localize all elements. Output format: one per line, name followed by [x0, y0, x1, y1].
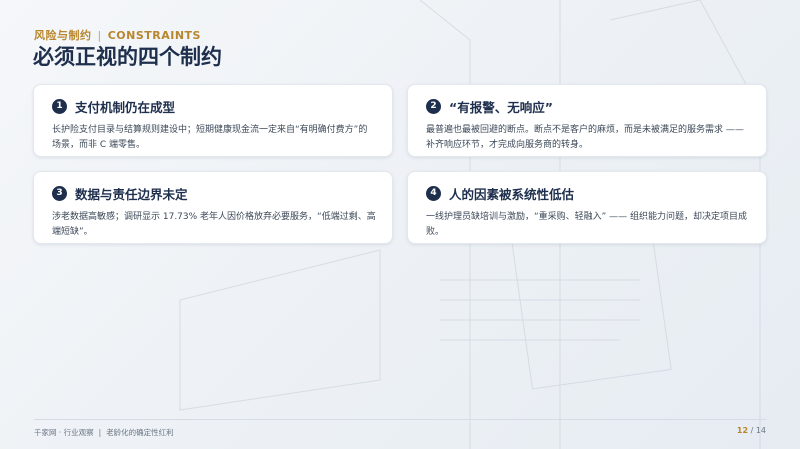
card-title: 支付机制仍在成型 — [75, 99, 176, 115]
card-body: 最普遍也最被回避的断点。断点不是客户的麻烦，而是未被满足的服务需求 —— 补齐响… — [426, 125, 744, 150]
page-separator: / — [750, 426, 754, 435]
card-number-badge: 1 — [52, 98, 67, 114]
page-title: 必须正视的四个制约 — [33, 45, 222, 69]
constraint-card-1: 1 支付机制仍在成型 长护险支付目录与结算规则建设中；短期健康现金流一定来自“有明… — [33, 84, 393, 157]
card-number-badge: 4 — [426, 185, 441, 201]
card-number-badge: 2 — [426, 98, 441, 114]
card-number-badge: 3 — [52, 185, 67, 201]
footer-source: 千家网 · 行业观察 | 老龄化的确定性红利 — [34, 427, 174, 438]
card-body: 长护险支付目录与结算规则建设中；短期健康现金流一定来自“有明确付费方”的场景，而… — [52, 125, 368, 150]
card-title: 人的因素被系统性低估 — [449, 186, 575, 202]
page-total: 14 — [755, 426, 766, 435]
footer-divider — [34, 419, 766, 420]
footer-separator: | — [98, 428, 102, 437]
card-body: 一线护理员缺培训与激励，“重采购、轻融入” —— 组织能力问题，却决定项目成败。 — [426, 212, 748, 237]
card-body: 涉老数据高敏感；调研显示 17.73% 老年人因价格放弃必要服务，“低端过剩、高… — [52, 212, 376, 237]
card-title: 数据与责任边界未定 — [75, 186, 188, 202]
constraint-card-2: 2 “有报警、无响应” 最普遍也最被回避的断点。断点不是客户的麻烦，而是未被满足的… — [407, 84, 767, 157]
page-number: 12 / 14 — [737, 426, 766, 435]
constraint-card-3: 3 数据与责任边界未定 涉老数据高敏感；调研显示 17.73% 老年人因价格放弃必… — [33, 171, 393, 244]
page-current: 12 — [736, 426, 749, 435]
card-title: “有报警、无响应” — [449, 99, 553, 115]
footer-source-name: 千家网 · 行业观察 — [34, 428, 94, 437]
constraint-card-4: 4 人的因素被系统性低估 一线护理员缺培训与激励，“重采购、轻融入” —— 组织能… — [407, 171, 767, 244]
footer-subtitle: 老龄化的确定性红利 — [106, 428, 174, 437]
